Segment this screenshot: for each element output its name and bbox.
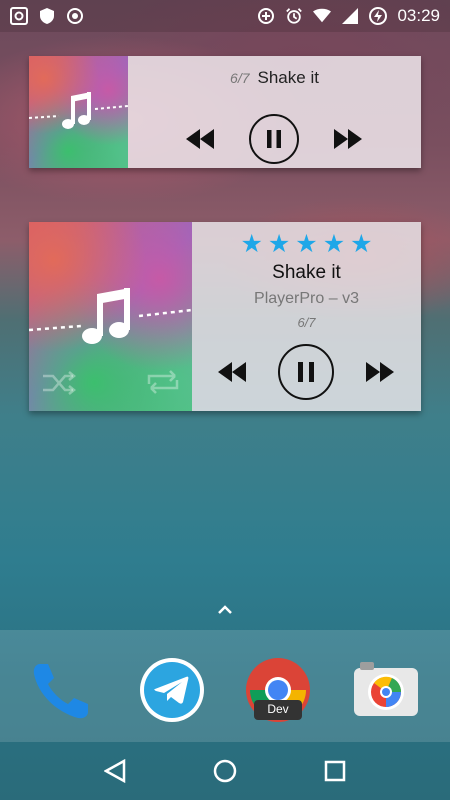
pause-button[interactable] — [278, 344, 334, 400]
track-index: 6/7 — [297, 315, 316, 330]
star-icon[interactable]: ★ — [240, 232, 262, 257]
star-icon[interactable]: ★ — [268, 232, 290, 257]
chrome-dev-badge: Dev — [267, 702, 289, 716]
rewind-button[interactable] — [184, 123, 216, 155]
widget-panel: 6/7 Shake it — [128, 56, 421, 168]
data-saver-icon — [257, 7, 275, 25]
navigation-bar — [0, 742, 450, 800]
battery-charging-icon — [369, 7, 388, 25]
rewind-button[interactable] — [216, 356, 248, 388]
home-icon — [213, 759, 237, 783]
music-note-icon — [82, 288, 130, 344]
fast-forward-button[interactable] — [332, 123, 364, 155]
chrome-dev-app-icon[interactable]: Dev — [244, 656, 312, 724]
music-note-icon — [62, 92, 91, 129]
shuffle-icon — [43, 371, 77, 395]
recents-button[interactable] — [319, 755, 351, 787]
alarm-icon — [285, 7, 303, 25]
screenshot-icon — [10, 7, 28, 25]
track-title: Shake it — [257, 68, 319, 87]
phone-app-icon[interactable] — [28, 656, 96, 724]
pause-icon — [267, 130, 281, 148]
clock: 03:29 — [397, 6, 440, 25]
back-icon — [104, 759, 126, 783]
home-button[interactable] — [209, 755, 241, 787]
rewind-icon — [186, 129, 214, 149]
star-icon[interactable]: ★ — [323, 232, 345, 257]
fast-forward-icon — [334, 129, 362, 149]
star-icon[interactable]: ★ — [350, 232, 372, 257]
signal-icon — [341, 7, 359, 25]
back-button[interactable] — [99, 755, 131, 787]
track-title: Shake it — [272, 262, 341, 283]
album-name: PlayerPro – v3 — [254, 290, 359, 307]
camera-app-icon[interactable] — [352, 656, 420, 724]
recents-icon — [324, 760, 346, 782]
album-art[interactable] — [29, 222, 192, 411]
record-icon — [66, 7, 84, 25]
album-art[interactable] — [29, 56, 128, 168]
status-bar: 03:29 — [0, 0, 450, 32]
shield-icon — [38, 7, 56, 25]
star-icon[interactable]: ★ — [295, 232, 317, 257]
pause-icon — [298, 362, 314, 382]
fast-forward-icon — [366, 362, 394, 382]
pause-button[interactable] — [249, 114, 299, 164]
telegram-app-icon[interactable] — [138, 656, 206, 724]
repeat-icon — [147, 370, 179, 394]
wifi-icon — [313, 7, 332, 25]
music-widget-large: ★ ★ ★ ★ ★ Shake it PlayerPro – v3 6/7 — [29, 222, 421, 411]
rewind-icon — [218, 362, 246, 382]
app-drawer-chevron-up-icon[interactable] — [215, 600, 235, 620]
now-playing-title: 6/7 Shake it — [128, 68, 421, 88]
music-widget-small: 6/7 Shake it — [29, 56, 421, 168]
track-index: 6/7 — [230, 70, 250, 86]
widget-panel: ★ ★ ★ ★ ★ Shake it PlayerPro – v3 6/7 — [192, 222, 421, 411]
fast-forward-button[interactable] — [364, 356, 396, 388]
rating-stars[interactable]: ★ ★ ★ ★ ★ — [192, 232, 421, 257]
